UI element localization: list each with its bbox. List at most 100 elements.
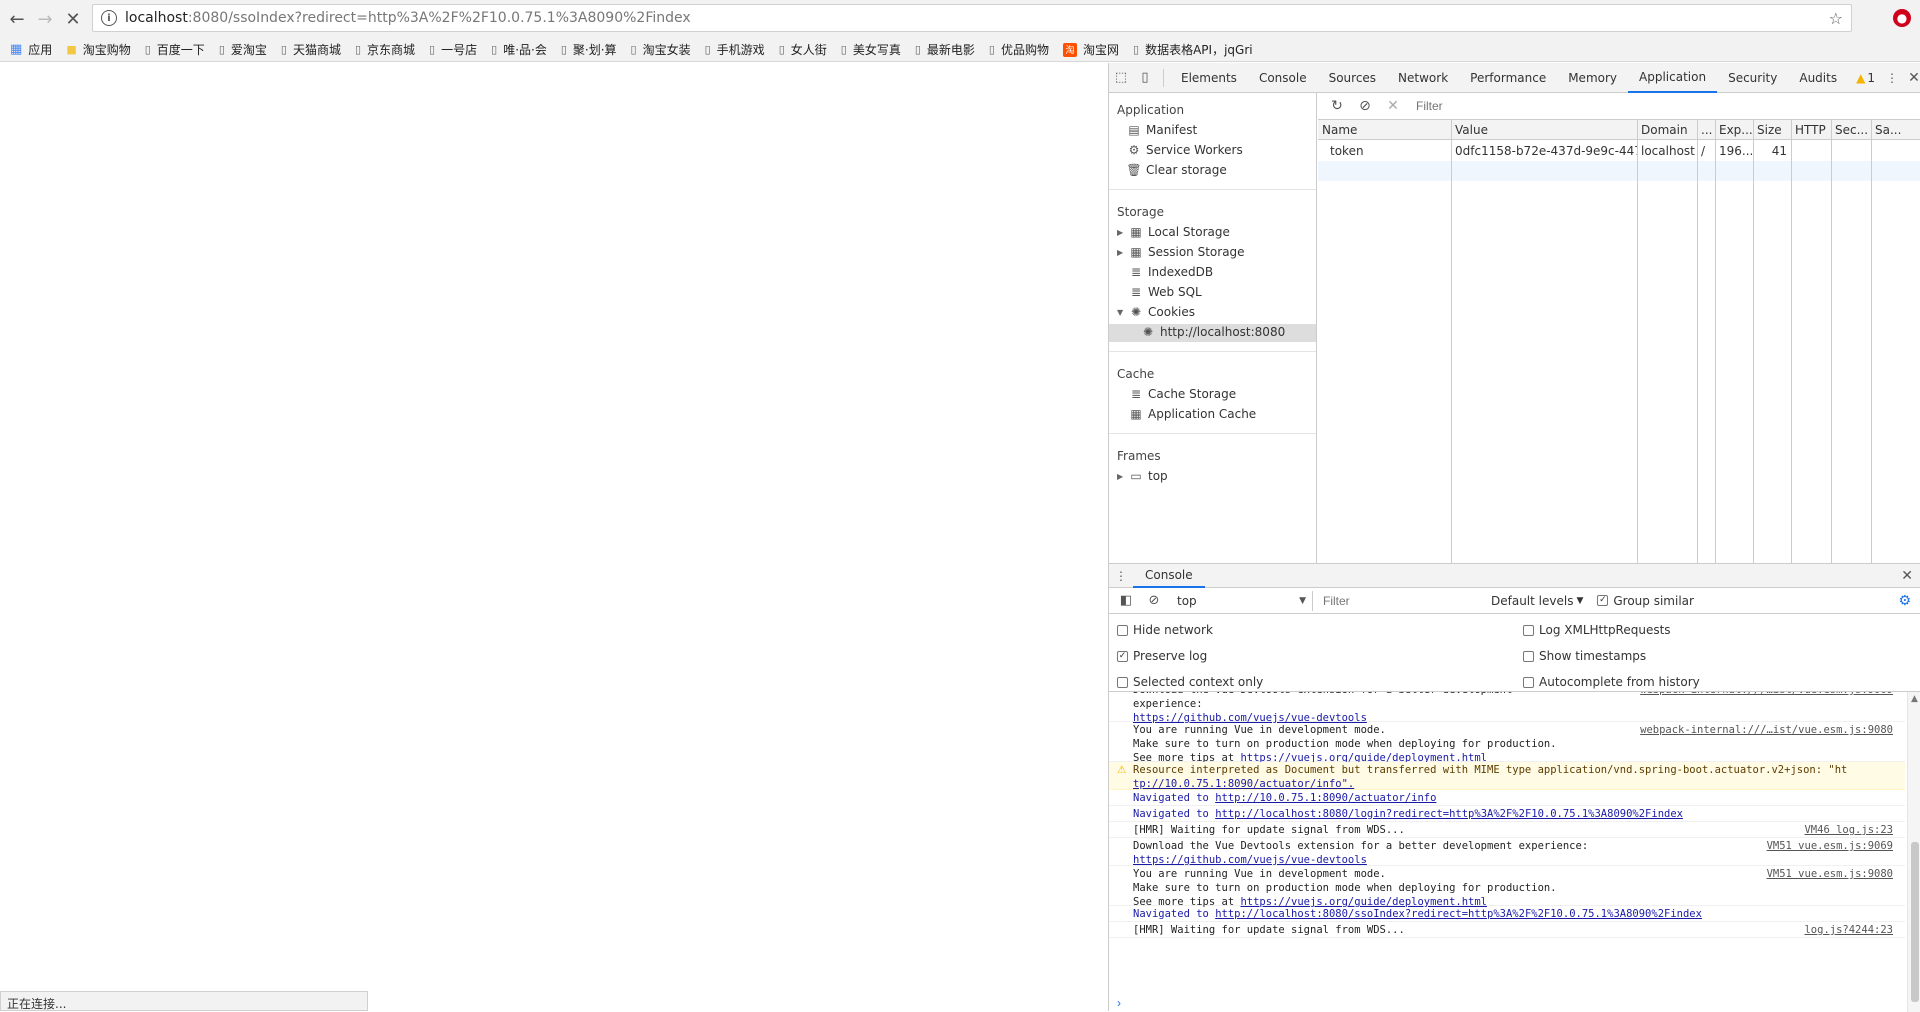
bookmark-item[interactable]: ▦ 应用 — [10, 41, 52, 58]
sidebar-item-application-cache[interactable]: ▦ Application Cache — [1127, 407, 1256, 421]
checkbox-checked[interactable]: ✓ — [1597, 595, 1609, 606]
context-selector[interactable]: top ▼ — [1173, 590, 1313, 611]
refresh-icon[interactable]: ↻ — [1326, 98, 1348, 114]
extension-icon[interactable]: ● — [1893, 9, 1911, 27]
sidebar-toggle-icon[interactable]: ◧ — [1115, 593, 1137, 608]
log-levels-dropdown[interactable]: Default levels ▼ — [1491, 594, 1583, 608]
source-link[interactable]: log.js?4244:23 — [1804, 923, 1893, 937]
navigated-url-link[interactable]: http://10.0.75.1:8090/actuator/info — [1215, 792, 1436, 804]
bookmark-item[interactable]: ■ 淘宝购物 — [66, 41, 130, 58]
back-arrow-icon[interactable]: ← — [4, 6, 30, 32]
clear-all-icon[interactable]: ⊘ — [1354, 98, 1376, 114]
bookmark-item[interactable]: ▯ 聚·划·算 — [561, 41, 617, 58]
hide-network-checkbox[interactable]: Hide network — [1117, 623, 1213, 637]
tab-console[interactable]: Console — [1248, 63, 1318, 93]
sidebar-item-frame-top[interactable]: ▶ ▭ top — [1117, 469, 1168, 483]
bookmark-item[interactable]: ▯ 最新电影 — [915, 41, 975, 58]
device-toolbar-icon[interactable]: ▯ — [1133, 63, 1157, 93]
sidebar-item-cookie-origin[interactable]: ✺ http://localhost:8080 — [1139, 325, 1285, 339]
drawer-menu-icon[interactable]: ⋮ — [1109, 569, 1133, 583]
column-header-size[interactable]: Size — [1753, 120, 1791, 140]
bookmark-item[interactable]: ▯ 京东商城 — [355, 41, 415, 58]
console-filter-input[interactable] — [1323, 590, 1483, 611]
scroll-up-arrow-icon[interactable]: ▲ — [1911, 694, 1918, 704]
bookmark-item[interactable]: ▯ 唯·品·会 — [491, 41, 547, 58]
sidebar-item-indexeddb[interactable]: ≣ IndexedDB — [1127, 265, 1213, 279]
column-header-samesite[interactable]: Sa... — [1871, 120, 1920, 140]
sidebar-item-cookies[interactable]: ▼ ✺ Cookies — [1117, 305, 1195, 319]
source-link[interactable]: VM51 vue.esm.js:9069 — [1767, 839, 1893, 853]
tab-memory[interactable]: Memory — [1557, 63, 1628, 93]
bookmark-item[interactable]: 淘淘宝网 — [1063, 41, 1119, 58]
cookie-filter-input[interactable] — [1416, 96, 1676, 116]
autocomplete-checkbox[interactable]: Autocomplete from history — [1523, 675, 1700, 689]
site-info-icon[interactable]: i — [101, 10, 117, 26]
sidebar-item-session-storage[interactable]: ▶ ▦ Session Storage — [1117, 245, 1245, 259]
sidebar-item-cache-storage[interactable]: ≣ Cache Storage — [1127, 387, 1236, 401]
preserve-log-checkbox[interactable]: ✓ Preserve log — [1117, 649, 1207, 663]
address-bar[interactable]: i localhost:8080/ssoIndex?redirect=http%… — [92, 4, 1852, 32]
column-header-http[interactable]: HTTP — [1791, 120, 1831, 140]
navigated-url-link[interactable]: http://localhost:8080/ssoIndex?redirect=… — [1215, 908, 1702, 920]
log-xhr-checkbox[interactable]: Log XMLHttpRequests — [1523, 623, 1671, 637]
expand-arrow-icon[interactable]: ▶ — [1117, 248, 1127, 257]
tab-audits[interactable]: Audits — [1788, 63, 1848, 93]
bookmark-item[interactable]: ▯ 淘宝女装 — [631, 41, 691, 58]
bookmark-item[interactable]: ▯ 一号店 — [429, 41, 477, 58]
tab-performance[interactable]: Performance — [1459, 63, 1557, 93]
tab-security[interactable]: Security — [1717, 63, 1788, 93]
clear-console-icon[interactable]: ⊘ — [1143, 593, 1165, 608]
tab-network[interactable]: Network — [1387, 63, 1459, 93]
group-similar-checkbox[interactable]: ✓ Group similar — [1597, 594, 1694, 608]
sidebar-item-clear-storage[interactable]: 🗑 Clear storage — [1125, 163, 1226, 177]
show-timestamps-checkbox[interactable]: Show timestamps — [1523, 649, 1646, 663]
sidebar-item-service-workers[interactable]: ⚙ Service Workers — [1125, 143, 1243, 157]
expand-arrow-icon[interactable]: ▶ — [1117, 472, 1127, 481]
column-header-name[interactable]: Name — [1318, 120, 1451, 140]
bookmark-item[interactable]: ▯ 优品购物 — [989, 41, 1049, 58]
sidebar-item-local-storage[interactable]: ▶ ▦ Local Storage — [1117, 225, 1230, 239]
delete-selected-icon[interactable]: ✕ — [1382, 98, 1404, 114]
checkbox-checked[interactable]: ✓ — [1117, 650, 1128, 662]
cookie-size-cell[interactable]: 41 — [1753, 141, 1787, 161]
stop-loading-icon[interactable]: ✕ — [60, 6, 86, 32]
forward-arrow-icon[interactable]: → — [32, 6, 58, 32]
navigated-url-link[interactable]: http://localhost:8080/login?redirect=htt… — [1215, 808, 1683, 820]
bookmark-item[interactable]: ▯ 女人街 — [779, 41, 827, 58]
cookie-path-cell[interactable]: / — [1697, 141, 1715, 161]
checkbox-unchecked[interactable] — [1523, 676, 1534, 688]
source-link[interactable]: webpack-internal:///…ist/vue.esm.js:9080 — [1640, 723, 1893, 737]
selected-context-only-checkbox[interactable]: Selected context only — [1117, 675, 1263, 689]
bookmark-item[interactable]: ▯ 百度一下 — [145, 41, 205, 58]
checkbox-unchecked[interactable] — [1117, 676, 1128, 688]
tab-application[interactable]: Application — [1628, 63, 1718, 93]
column-header-path[interactable]: ... — [1697, 120, 1715, 140]
source-link[interactable]: VM51 vue.esm.js:9080 — [1767, 867, 1893, 881]
bookmark-item[interactable]: ▯ 天猫商城 — [281, 41, 341, 58]
console-settings-gear-icon[interactable]: ⚙ — [1898, 593, 1911, 609]
console-prompt[interactable]: › — [1117, 996, 1121, 1010]
cookie-expires-cell[interactable]: 196... — [1715, 141, 1753, 161]
bookmark-item[interactable]: ▯ 数据表格API，jqGri — [1133, 41, 1253, 58]
source-link[interactable]: webpack-internal:///…ist/vue.esm.js:9069 — [1640, 692, 1893, 697]
expand-arrow-icon[interactable]: ▶ — [1117, 228, 1127, 237]
close-drawer-icon[interactable]: ✕ — [1901, 568, 1913, 584]
sidebar-item-manifest[interactable]: ▤ Manifest — [1125, 123, 1197, 137]
more-menu-icon[interactable]: ⋮ — [1885, 71, 1899, 85]
checkbox-unchecked[interactable] — [1523, 624, 1534, 636]
cookie-domain-cell[interactable]: localhost — [1637, 141, 1697, 161]
checkbox-unchecked[interactable] — [1523, 650, 1534, 662]
close-devtools-icon[interactable]: ✕ — [1907, 70, 1920, 86]
cookie-value-cell[interactable]: 0dfc1158-b72e-437d-9e9c-447... — [1451, 141, 1637, 161]
console-scrollbar[interactable]: ▲ — [1907, 692, 1920, 1012]
column-header-expires[interactable]: Exp... — [1715, 120, 1753, 140]
bookmark-item[interactable]: ▯ 爱淘宝 — [219, 41, 267, 58]
bookmark-item[interactable]: ▯ 手机游戏 — [705, 41, 765, 58]
bookmark-item[interactable]: ▯ 美女写真 — [841, 41, 901, 58]
tab-console[interactable]: Console — [1133, 564, 1205, 588]
source-link[interactable]: VM46 log.js:23 — [1804, 823, 1893, 837]
column-header-domain[interactable]: Domain — [1637, 120, 1697, 140]
inspect-element-icon[interactable]: ⬚ — [1109, 63, 1133, 93]
warning-link[interactable]: tp://10.0.75.1:8090/actuator/info". — [1133, 778, 1354, 790]
checkbox-unchecked[interactable] — [1117, 624, 1128, 636]
